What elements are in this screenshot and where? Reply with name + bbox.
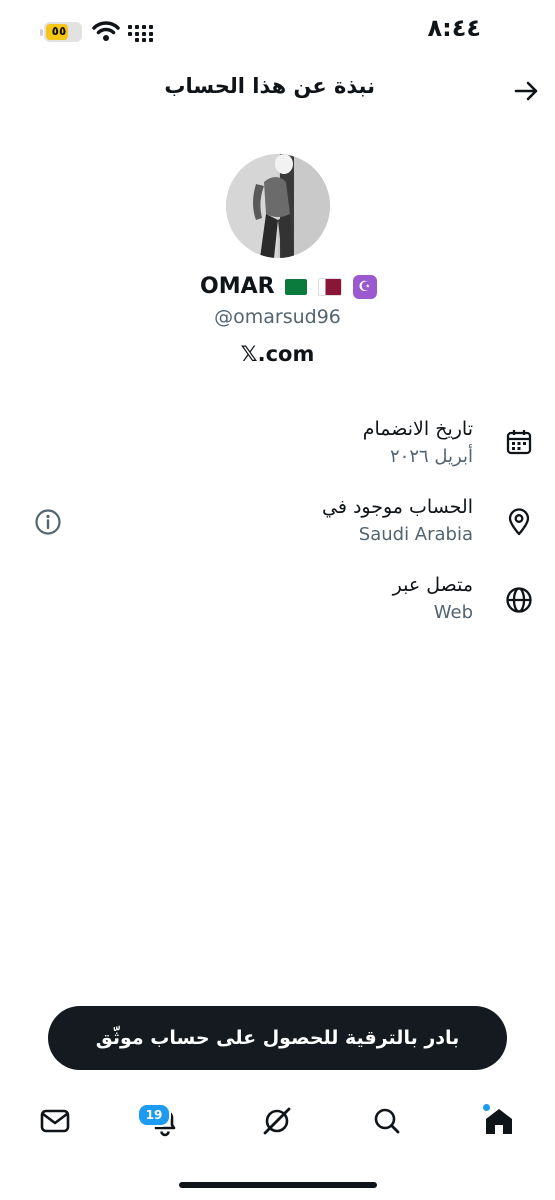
qatar-flag-icon xyxy=(317,278,342,296)
joined-date-title: تاريخ الانضمام xyxy=(362,418,473,440)
joined-date-value: أبريل ٢٠٢٦ xyxy=(390,446,473,467)
account-location-value: Saudi Arabia xyxy=(358,524,473,545)
avatar[interactable] xyxy=(226,154,330,258)
connected-via-value: Web xyxy=(433,602,473,623)
page-title: نبذة عن هذا الحساب xyxy=(164,74,375,98)
search-icon[interactable] xyxy=(370,1104,404,1138)
cellular-signal-icon xyxy=(128,22,158,46)
saudi-flag-icon xyxy=(285,279,308,295)
domain-label: 𝕏.com xyxy=(240,342,315,366)
user-handle: @omarsud96 xyxy=(214,306,341,328)
info-icon[interactable] xyxy=(34,508,62,536)
star-crescent-icon: ☪ xyxy=(352,275,377,299)
back-arrow-icon[interactable] xyxy=(511,76,541,106)
status-time: ٨:٤٤ xyxy=(427,14,481,42)
connected-via-title: متصل عبر xyxy=(392,574,473,596)
wifi-icon xyxy=(92,20,120,46)
display-name: OMAR xyxy=(200,274,275,299)
account-location-title: الحساب موجود في xyxy=(322,496,473,518)
mail-icon[interactable] xyxy=(38,1104,72,1138)
notifications-badge: 19 xyxy=(137,1103,171,1127)
upgrade-verified-button[interactable]: بادر بالترقية للحصول على حساب موثّق xyxy=(48,1006,507,1070)
calendar-icon xyxy=(505,428,533,456)
display-name-row: OMAR ☪ xyxy=(200,274,377,299)
location-pin-icon xyxy=(505,508,533,536)
home-indicator[interactable] xyxy=(179,1182,377,1188)
battery-level: ٥٥ xyxy=(51,24,67,38)
grok-icon[interactable] xyxy=(260,1104,294,1138)
battery-icon: ٥٥ xyxy=(40,22,82,42)
home-notification-dot xyxy=(483,1104,490,1111)
globe-icon xyxy=(505,586,533,614)
